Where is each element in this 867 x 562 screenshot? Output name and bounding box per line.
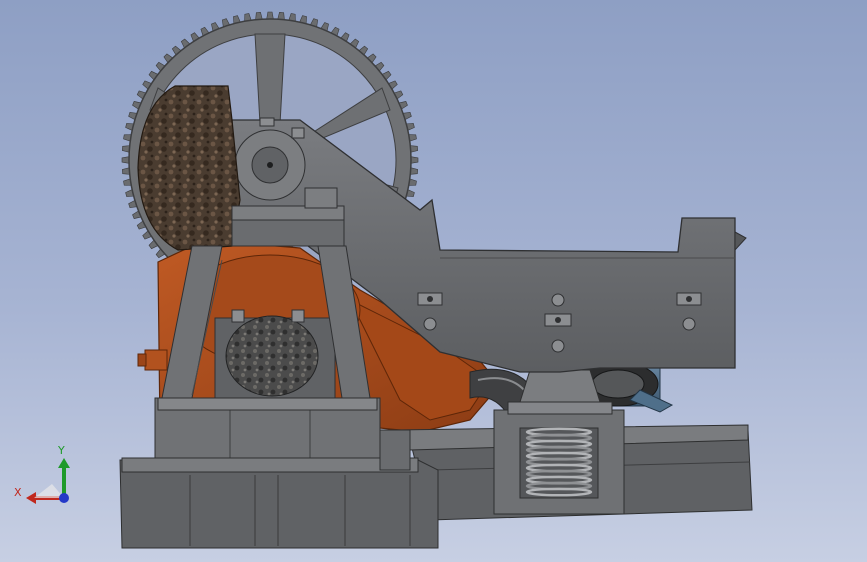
hex-nut bbox=[291, 309, 305, 323]
base-gusset bbox=[379, 429, 411, 471]
base-lower bbox=[119, 459, 439, 549]
bolt-bracket bbox=[676, 292, 702, 306]
hex-nut bbox=[231, 309, 245, 323]
base-lower-lip bbox=[121, 457, 419, 473]
hex-nut bbox=[291, 127, 305, 139]
bolt-hole bbox=[551, 293, 565, 307]
frame-lip bbox=[734, 231, 747, 252]
bolt-hole bbox=[551, 339, 565, 353]
bolt-bracket bbox=[417, 292, 443, 306]
bearing-block[interactable] bbox=[214, 309, 336, 401]
base-lip bbox=[157, 397, 378, 411]
hex-nut bbox=[259, 117, 275, 127]
bolt-hole bbox=[423, 317, 437, 331]
z-axis-dot bbox=[59, 493, 69, 503]
stand-bracket bbox=[304, 187, 338, 209]
spring-pedestal bbox=[519, 369, 601, 403]
y-axis-label: Y bbox=[57, 444, 65, 457]
jaw-rock-block bbox=[137, 85, 241, 251]
pivot-center bbox=[267, 162, 273, 168]
cad-viewport[interactable]: Y X bbox=[0, 0, 867, 562]
bearing-race bbox=[225, 315, 319, 397]
casting-bolt bbox=[137, 353, 147, 367]
spring-cap bbox=[507, 401, 613, 415]
bolt-hole bbox=[682, 317, 696, 331]
axis-triad[interactable]: Y X bbox=[14, 444, 70, 504]
stand-crossbeam bbox=[231, 219, 345, 247]
bolt-bracket bbox=[544, 313, 572, 327]
x-axis-label: X bbox=[14, 486, 22, 499]
casting-flange bbox=[144, 349, 168, 371]
y-arrow-head bbox=[58, 458, 70, 468]
